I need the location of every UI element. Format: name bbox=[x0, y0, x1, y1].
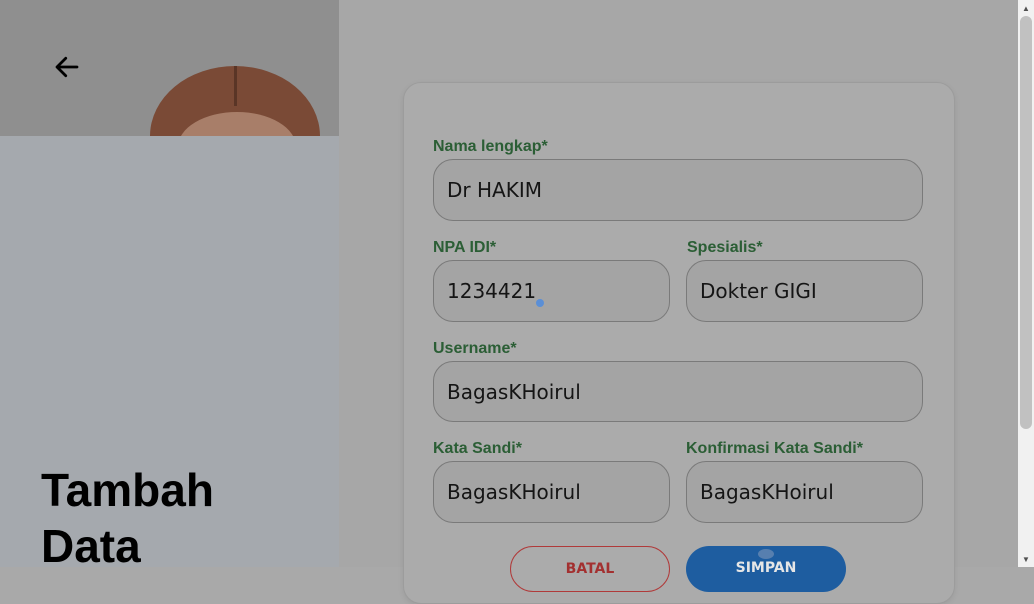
npa-idi-label: NPA IDI* bbox=[433, 239, 497, 256]
button-ripple bbox=[758, 549, 774, 559]
photo-hair-part bbox=[234, 66, 237, 106]
scroll-down-arrow-icon[interactable]: ▼ bbox=[1018, 551, 1034, 567]
konfirmasi-kata-sandi-label: Konfirmasi Kata Sandi* bbox=[686, 440, 863, 457]
kata-sandi-label: Kata Sandi* bbox=[433, 440, 522, 457]
touch-indicator bbox=[536, 299, 544, 307]
nama-lengkap-label: Nama lengkap* bbox=[433, 138, 548, 155]
batal-button[interactable]: BATAL bbox=[510, 546, 670, 592]
konfirmasi-kata-sandi-input[interactable]: BagasKHoirul bbox=[686, 461, 923, 523]
npa-idi-value: 1234421 bbox=[447, 279, 537, 303]
nama-lengkap-input[interactable]: Dr HAKIM bbox=[433, 159, 923, 221]
spesialis-label: Spesialis* bbox=[687, 239, 763, 256]
scroll-thumb[interactable] bbox=[1020, 16, 1032, 429]
username-input[interactable]: BagasKHoirul bbox=[433, 361, 923, 422]
kata-sandi-input[interactable]: BagasKHoirul bbox=[433, 461, 670, 523]
konfirmasi-kata-sandi-value: BagasKHoirul bbox=[700, 480, 834, 504]
nama-lengkap-value: Dr HAKIM bbox=[447, 178, 542, 202]
scroll-up-arrow-icon[interactable]: ▲ bbox=[1018, 0, 1034, 16]
username-label: Username* bbox=[433, 340, 517, 357]
spesialis-input[interactable]: Dokter GIGI bbox=[686, 260, 923, 322]
npa-idi-input[interactable]: 1234421 bbox=[433, 260, 670, 322]
username-value: BagasKHoirul bbox=[447, 379, 581, 404]
page-title-line2: Data bbox=[41, 520, 141, 567]
spesialis-value: Dokter GIGI bbox=[700, 279, 817, 303]
page-title: Tambah Data bbox=[41, 462, 321, 567]
page-title-line1: Tambah bbox=[41, 464, 214, 516]
page-scrollbar[interactable]: ▲ ▼ bbox=[1018, 0, 1034, 567]
arrow-left-icon bbox=[55, 56, 79, 78]
back-button[interactable] bbox=[48, 48, 86, 86]
batal-button-label: BATAL bbox=[565, 561, 615, 577]
kata-sandi-value: BagasKHoirul bbox=[447, 480, 581, 504]
simpan-button-label: SIMPAN bbox=[735, 560, 797, 576]
